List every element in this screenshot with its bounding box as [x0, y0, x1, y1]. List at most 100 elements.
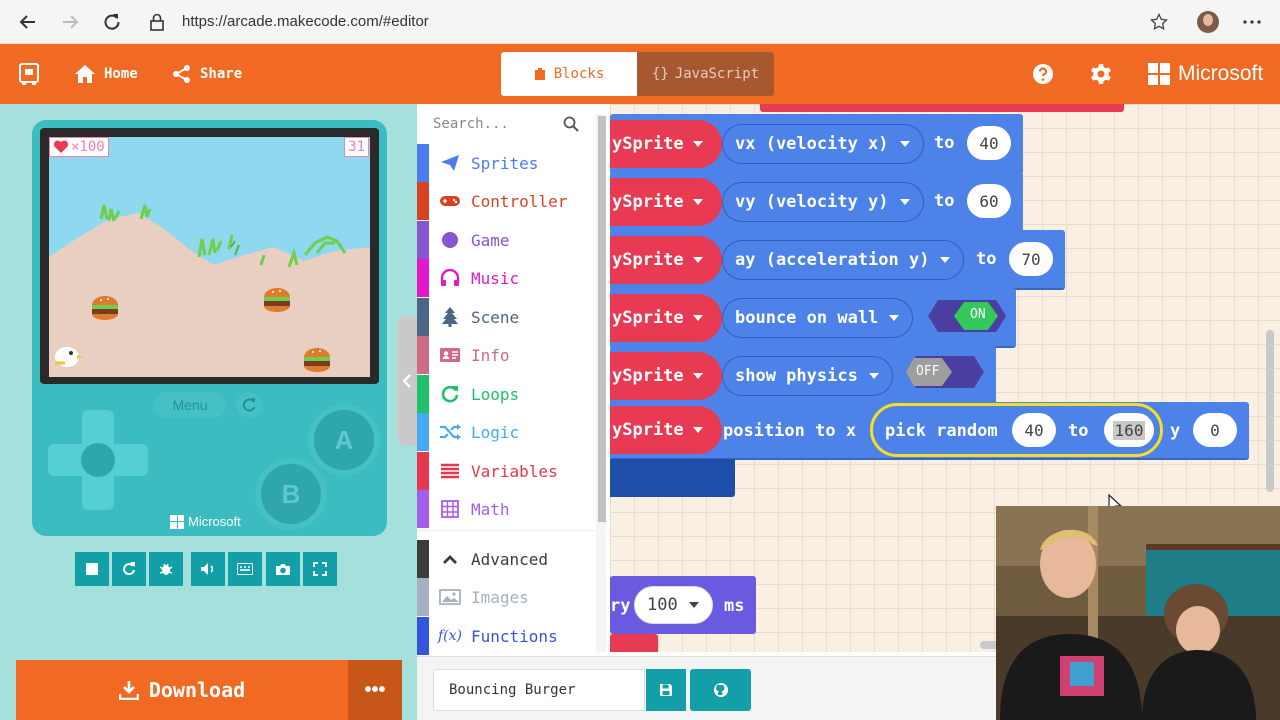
id-card-icon: [439, 345, 461, 365]
category-label: Controller: [471, 192, 568, 211]
save-button[interactable]: [646, 669, 686, 711]
property-dropdown[interactable]: vx (velocity x): [722, 124, 924, 164]
reload-button[interactable]: [98, 8, 126, 36]
microsoft-logo[interactable]: Microsoft: [1148, 62, 1263, 86]
workspace-scrollbar[interactable]: [1266, 330, 1274, 492]
arcade-logo-icon[interactable]: [18, 62, 40, 86]
toolbox-category-music[interactable]: Music: [417, 259, 597, 297]
tab-javascript-label: JavaScript: [674, 66, 760, 82]
home-button[interactable]: Home: [74, 44, 138, 104]
gear-icon[interactable]: [1090, 63, 1112, 85]
debug-button[interactable]: [149, 552, 183, 586]
number-input[interactable]: 60: [967, 184, 1011, 218]
address-bar[interactable]: https://arcade.makecode.com/#editor: [182, 13, 429, 30]
toolbox-category-functions[interactable]: f(x) Functions: [417, 617, 597, 655]
property-dropdown[interactable]: vy (velocity y): [722, 182, 924, 222]
sprite-variable-dropdown[interactable]: ySprite: [610, 352, 722, 400]
category-label: Loops: [471, 385, 520, 404]
lock-icon: [150, 13, 164, 31]
sprite-variable-dropdown[interactable]: ySprite: [610, 178, 722, 226]
score-counter: 31: [344, 137, 369, 157]
restart-button[interactable]: [112, 552, 146, 586]
category-color-bar: [417, 336, 429, 374]
random-max-value: 160: [1112, 420, 1146, 440]
sprite-variable-dropdown[interactable]: ySprite: [610, 236, 722, 284]
button-a[interactable]: A: [314, 410, 374, 470]
tab-blocks[interactable]: Blocks: [501, 52, 637, 96]
tab-javascript[interactable]: {} JavaScript: [637, 52, 774, 96]
partial-block-bottom[interactable]: [610, 634, 658, 652]
toolbox-category-game[interactable]: Game: [417, 221, 597, 259]
burger-sprite-icon: [264, 288, 290, 312]
sprite-variable-dropdown[interactable]: ySprite: [610, 406, 722, 454]
y-input[interactable]: 0: [1193, 413, 1237, 447]
caret-down-icon: [692, 199, 703, 205]
toolbox-category-images[interactable]: Images: [417, 578, 597, 616]
search-icon[interactable]: [563, 116, 579, 132]
caret-down-icon: [692, 257, 703, 263]
loop-icon: [439, 384, 461, 404]
toolbox-category-advanced[interactable]: Advanced: [417, 540, 597, 578]
toolbox-category-sprites[interactable]: Sprites: [417, 144, 597, 182]
property-dropdown[interactable]: ay (acceleration y): [722, 240, 965, 280]
search-input[interactable]: Search...: [433, 116, 509, 132]
partial-block-top[interactable]: [760, 104, 1124, 112]
sprite-variable-dropdown[interactable]: ySprite: [610, 294, 722, 342]
dpad[interactable]: [48, 410, 148, 510]
download-more-button[interactable]: •••: [348, 660, 402, 720]
back-button[interactable]: [14, 8, 42, 36]
toolbox-category-variables[interactable]: Variables: [417, 452, 597, 490]
collapse-simulator-tab[interactable]: [397, 316, 417, 446]
category-color-bar: [417, 144, 429, 182]
toolbox-category-logic[interactable]: Logic: [417, 413, 597, 451]
number-input[interactable]: 40: [967, 126, 1011, 160]
save-icon: [660, 684, 672, 696]
toolbox-category-controller[interactable]: Controller: [417, 182, 597, 220]
calculator-icon: [439, 499, 461, 519]
caret-down-icon: [889, 315, 900, 321]
menu-button[interactable]: Menu: [154, 392, 226, 418]
console-reset-button[interactable]: [236, 392, 262, 418]
toggle-switch[interactable]: [926, 298, 1008, 334]
avatar[interactable]: [1197, 11, 1219, 33]
pause-prefix-label: ry: [610, 596, 631, 616]
bug-icon: [159, 563, 173, 575]
game-screen[interactable]: ×100 31: [49, 137, 370, 377]
random-max-input[interactable]: 160: [1104, 413, 1154, 447]
duck-sprite-icon: [55, 347, 83, 367]
category-label: Game: [471, 231, 510, 250]
to-label: to: [934, 133, 955, 153]
help-icon[interactable]: [1032, 63, 1054, 85]
toolbox-scrollbar-thumb[interactable]: [598, 116, 606, 522]
fullscreen-button[interactable]: [303, 552, 337, 586]
mute-button[interactable]: [191, 552, 225, 586]
sprite-variable-dropdown[interactable]: ySprite: [610, 120, 722, 168]
category-color-bar: [417, 182, 429, 220]
more-icon[interactable]: [1243, 20, 1261, 24]
category-color-bar: [417, 221, 429, 259]
keyboard-button[interactable]: [228, 552, 262, 586]
toolbox-category-math[interactable]: Math: [417, 490, 597, 528]
download-button[interactable]: Download: [16, 660, 348, 720]
category-color-bar: [417, 375, 429, 413]
property-dropdown[interactable]: show physics: [722, 356, 893, 396]
stop-button[interactable]: [75, 552, 109, 586]
toolbox-category-info[interactable]: Info: [417, 336, 597, 374]
toolbox-category-loops[interactable]: Loops: [417, 375, 597, 413]
random-min-input[interactable]: 40: [1012, 413, 1056, 447]
project-name-input[interactable]: Bouncing Burger: [433, 669, 645, 711]
simulator-toolbar-3: [266, 552, 337, 586]
number-input[interactable]: 70: [1009, 242, 1053, 276]
category-label: Advanced: [471, 550, 549, 569]
pause-duration-dropdown[interactable]: 100: [634, 586, 713, 624]
share-button[interactable]: Share: [172, 44, 242, 104]
button-b[interactable]: B: [261, 464, 321, 524]
category-label: Logic: [471, 423, 520, 442]
property-dropdown[interactable]: bounce on wall: [722, 298, 914, 338]
screenshot-button[interactable]: [266, 552, 300, 586]
partial-block-dark[interactable]: [610, 459, 735, 497]
forward-button[interactable]: [56, 8, 84, 36]
github-button[interactable]: [690, 669, 751, 711]
toolbox-category-scene[interactable]: Scene: [417, 298, 597, 336]
star-icon[interactable]: [1150, 13, 1168, 31]
